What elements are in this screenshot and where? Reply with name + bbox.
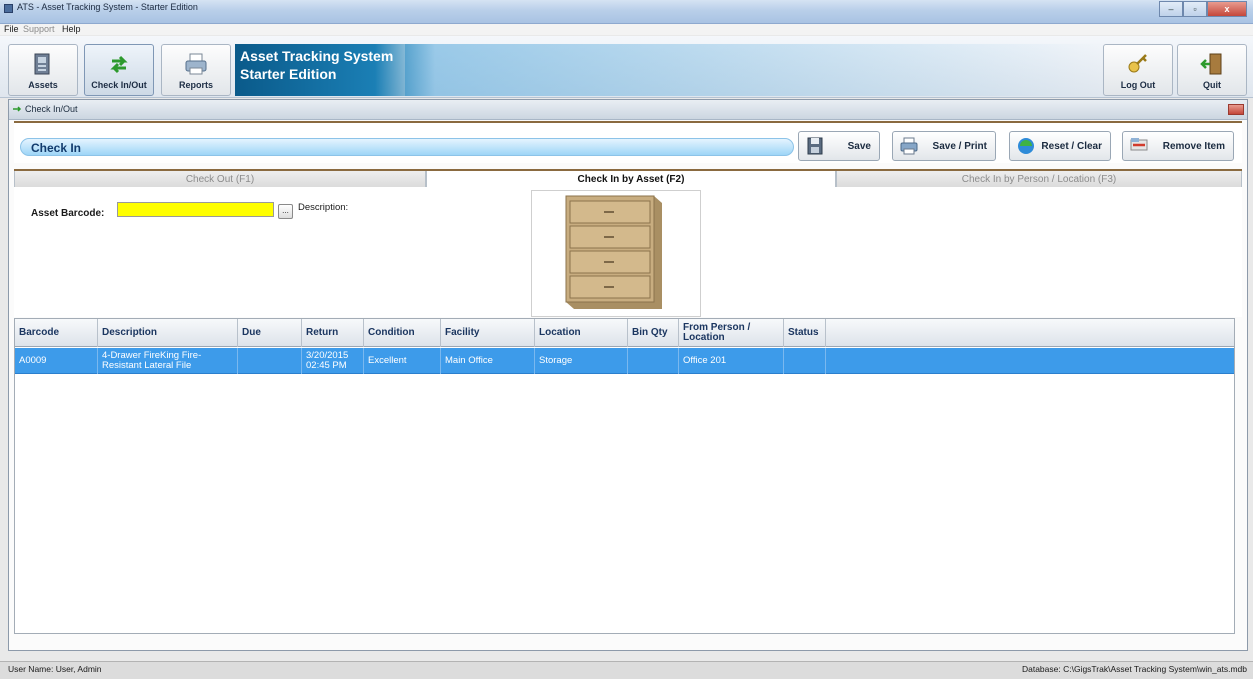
title-bar: ATS - Asset Tracking System - Starter Ed…: [0, 0, 1253, 24]
menu-support[interactable]: Support: [23, 24, 55, 35]
reset-clear-label: Reset / Clear: [1041, 141, 1102, 152]
user-name-status: User Name: User, Admin: [8, 664, 102, 674]
save-print-button[interactable]: Save / Print: [892, 131, 996, 161]
doc-title: Check In/Out: [25, 104, 78, 114]
assets-label: Assets: [28, 80, 58, 90]
window-controls: – ▫ x: [1159, 1, 1247, 19]
lateral-file-cabinet-image: [565, 195, 662, 309]
asset-photo: [531, 190, 701, 317]
cell-condition: Excellent: [364, 348, 441, 374]
window-title: ATS - Asset Tracking System - Starter Ed…: [17, 2, 198, 12]
tab-strip: Check Out (F1) Check In by Asset (F2) Ch…: [14, 169, 1242, 190]
description-label: Description:: [298, 202, 349, 213]
header-pill: Check In: [20, 138, 794, 156]
log-out-label: Log Out: [1120, 80, 1156, 90]
database-path-status: Database: C:\GigsTrak\Asset Tracking Sys…: [1021, 664, 1247, 674]
column-header[interactable]: Due: [238, 319, 302, 347]
quit-label: Quit: [1203, 80, 1221, 90]
header-band: Check In Save Save / Print Reset / Clear…: [14, 121, 1242, 163]
close-button[interactable]: x: [1207, 1, 1247, 17]
print-icon: [900, 137, 918, 155]
browse-barcode-button[interactable]: ...: [278, 204, 293, 219]
key-icon: [1128, 54, 1147, 73]
cell-return: 3/20/2015 02:45 PM: [302, 348, 364, 374]
page-title: Check In: [31, 141, 82, 155]
menu-file[interactable]: File: [4, 24, 19, 35]
column-header[interactable]: Status: [784, 319, 826, 347]
column-header[interactable]: Return: [302, 319, 364, 347]
cell-from-person-location: Office 201: [679, 348, 784, 374]
reports-label: Reports: [178, 80, 213, 90]
menu-help[interactable]: Help: [62, 24, 81, 35]
banner-title: Asset Tracking System: [240, 48, 394, 64]
check-in-out-label: Check In/Out: [91, 80, 147, 90]
cell-due: [238, 348, 302, 374]
toolbar: Assets Check In/Out Reports Asset Tracki…: [0, 36, 1253, 98]
grid-header: Barcode Description Due Return Condition…: [15, 319, 1234, 347]
asset-barcode-label: Asset Barcode:: [31, 208, 105, 219]
save-label: Save: [847, 141, 871, 152]
menu-bar: File Support Help: [0, 24, 1253, 35]
app-banner: Asset Tracking System Starter Edition: [235, 44, 1235, 96]
doc-close-button[interactable]: [1228, 104, 1244, 115]
cell-description: 4-Drawer FireKing Fire-Resistant Lateral…: [98, 348, 238, 374]
cell-location: Storage: [535, 348, 628, 374]
remove-item-label: Remove Item: [1162, 141, 1225, 152]
cell-facility: Main Office: [441, 348, 535, 374]
remove-item-icon: [1130, 138, 1148, 151]
status-bar: User Name: User, Admin Database: C:\Gigs…: [0, 661, 1253, 679]
floppy-disk-icon: [807, 137, 823, 155]
asset-barcode-input[interactable]: [117, 202, 274, 217]
quit-button[interactable]: Quit: [1177, 44, 1247, 96]
cell-barcode: A0009: [15, 348, 98, 374]
door-exit-icon: [1200, 53, 1222, 75]
doc-title-bar: Check In/Out: [9, 100, 1247, 120]
reports-button[interactable]: Reports: [161, 44, 231, 96]
banner-subtitle: Starter Edition: [240, 66, 337, 82]
save-print-label: Save / Print: [932, 141, 987, 152]
swap-arrows-icon: [13, 106, 22, 112]
assets-icon: [34, 53, 50, 75]
minimize-button[interactable]: –: [1159, 1, 1183, 17]
app-icon: [4, 4, 13, 13]
remove-item-button[interactable]: Remove Item: [1122, 131, 1234, 161]
check-in-out-button[interactable]: Check In/Out: [84, 44, 154, 96]
column-header[interactable]: From Person / Location: [679, 319, 784, 347]
column-header[interactable]: Description: [98, 319, 238, 347]
column-header[interactable]: Condition: [364, 319, 441, 347]
column-header[interactable]: Bin Qty: [628, 319, 679, 347]
cell-bin-qty: [628, 348, 679, 374]
refresh-icon: [1018, 138, 1034, 154]
cell-status: [784, 348, 826, 374]
column-header[interactable]: Barcode: [15, 319, 98, 347]
table-row[interactable]: A0009 4-Drawer FireKing Fire-Resistant L…: [15, 348, 1234, 374]
log-out-button[interactable]: Log Out: [1103, 44, 1173, 96]
swap-arrows-icon: [110, 55, 128, 74]
maximize-button[interactable]: ▫: [1183, 1, 1207, 17]
save-button[interactable]: Save: [798, 131, 880, 161]
reset-clear-button[interactable]: Reset / Clear: [1009, 131, 1111, 161]
check-in-form: Asset Barcode: ... Description:: [14, 187, 1242, 317]
column-header[interactable]: Facility: [441, 319, 535, 347]
assets-button[interactable]: Assets: [8, 44, 78, 96]
printer-icon: [185, 53, 207, 75]
check-in-grid: Barcode Description Due Return Condition…: [14, 318, 1235, 634]
column-header[interactable]: Location: [535, 319, 628, 347]
